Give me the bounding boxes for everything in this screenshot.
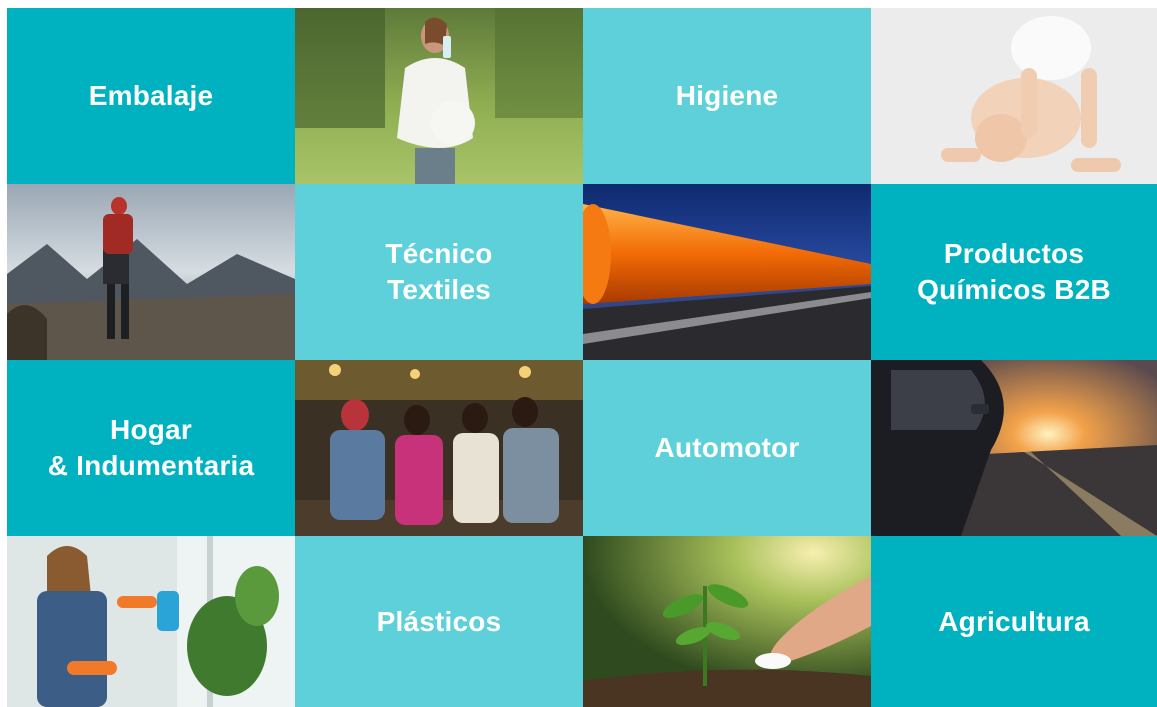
pregnant-woman-image <box>295 8 583 184</box>
tile-agricultura[interactable]: Agricultura <box>871 536 1157 707</box>
baby-diaper-image <box>871 8 1157 184</box>
tile-label-higiene: Higiene <box>675 80 779 111</box>
woman-watering-plants-image <box>7 536 295 707</box>
photo-pregnant-woman <box>295 8 583 184</box>
tile-plasticos[interactable]: Plásticos <box>295 536 583 707</box>
photo-hiker <box>7 184 295 360</box>
photo-tanker-train <box>583 184 871 360</box>
tile-label-automotor: Automotor <box>654 432 800 463</box>
tile-label-embalaje: Embalaje <box>88 80 214 111</box>
tile-label-productos-quimicos: Productos Químicos B2B <box>917 238 1111 305</box>
tile-tecnico-textiles[interactable]: Técnico Textiles <box>295 184 583 360</box>
friends-group-image <box>295 360 583 536</box>
tile-label-agricultura: Agricultura <box>938 605 1090 637</box>
tile-label-hogar-indumentaria: Hogar & Indumentaria <box>47 414 255 481</box>
photo-woman-watering <box>7 536 295 707</box>
tile-higiene[interactable]: Higiene <box>583 8 871 184</box>
tile-label-tecnico-textiles: Técnico Textiles <box>385 238 493 305</box>
industry-grid: Embalaje Higiene Técnico Textiles Produc… <box>7 8 1157 707</box>
tile-hogar-indumentaria[interactable]: Hogar & Indumentaria <box>7 360 295 536</box>
hiker-mountains-image <box>7 184 295 360</box>
tile-productos-quimicos[interactable]: Productos Químicos B2B <box>871 184 1157 360</box>
seedling-hand-image <box>583 536 871 707</box>
photo-baby-diaper <box>871 8 1157 184</box>
tanker-train-image <box>583 184 871 360</box>
photo-car-sunset <box>871 360 1157 536</box>
car-sunset-image <box>871 360 1157 536</box>
photo-friends-group <box>295 360 583 536</box>
tile-embalaje[interactable]: Embalaje <box>7 8 295 184</box>
photo-seedling <box>583 536 871 707</box>
tile-automotor[interactable]: Automotor <box>583 360 871 536</box>
tile-label-plasticos: Plásticos <box>376 605 502 637</box>
